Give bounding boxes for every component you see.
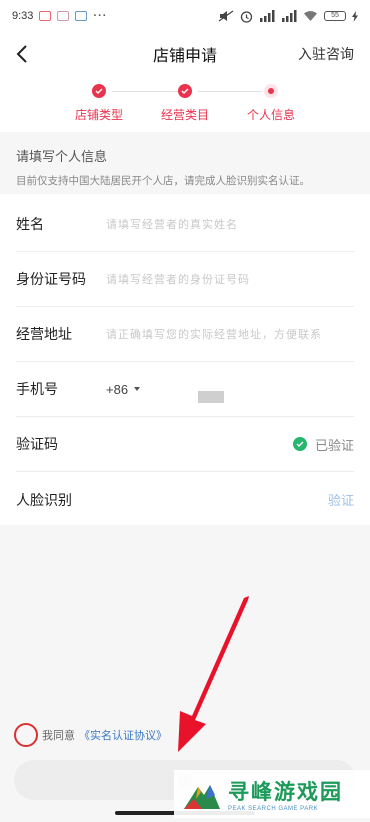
watermark-title: 寻峰游戏园	[228, 781, 343, 804]
mountain-logo-icon	[184, 785, 220, 809]
annotation-arrow	[178, 596, 249, 752]
watermark: 寻峰游戏园 PEAK SEARCH GAME PARK	[174, 770, 370, 818]
watermark-subtitle: PEAK SEARCH GAME PARK	[228, 806, 319, 812]
